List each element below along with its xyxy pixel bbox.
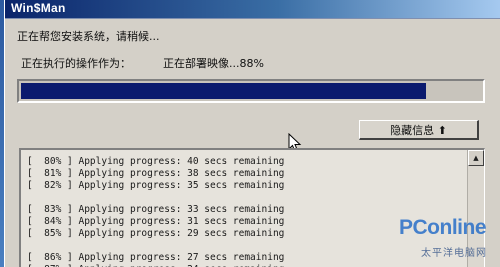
window-title: Win$Man — [11, 1, 66, 15]
log-line: [ 81% ] Applying progress: 38 secs remai… — [27, 168, 285, 179]
log-line: [ 80% ] Applying progress: 40 secs remai… — [27, 156, 285, 167]
log-line: [ 83% ] Applying progress: 33 secs remai… — [27, 204, 285, 215]
log-lines: [ 80% ] Applying progress: 40 secs remai… — [27, 156, 284, 267]
watermark-subtitle: 太平洋电脑网 — [421, 248, 487, 259]
watermark-logo: PConline — [399, 216, 487, 239]
operation-label: 正在执行的操作作为： — [21, 57, 131, 70]
operation-value: 正在部署映像...88% — [163, 57, 264, 70]
watermark: PConline 太平洋电脑网 — [395, 208, 500, 264]
log-line: [ 86% ] Applying progress: 27 secs remai… — [27, 252, 285, 263]
install-status-text: 正在帮您安装系统，请稍候... — [17, 30, 160, 43]
log-line: [ 85% ] Applying progress: 29 secs remai… — [27, 228, 285, 239]
title-bar[interactable]: Win$Man — [5, 0, 500, 19]
log-spacer — [27, 240, 284, 252]
progress-bar — [17, 79, 485, 103]
log-line: [ 84% ] Applying progress: 31 secs remai… — [27, 216, 285, 227]
installer-window: Win$Man 正在帮您安装系统，请稍候... 正在执行的操作作为： 正在部署映… — [4, 0, 500, 267]
scroll-up-arrow-icon[interactable]: ▲ — [468, 150, 484, 166]
progress-bar-fill — [21, 83, 426, 99]
log-line: [ 82% ] Applying progress: 35 secs remai… — [27, 180, 285, 191]
log-spacer — [27, 192, 284, 204]
hide-details-button[interactable]: 隐藏信息 ⬆ — [359, 120, 479, 140]
